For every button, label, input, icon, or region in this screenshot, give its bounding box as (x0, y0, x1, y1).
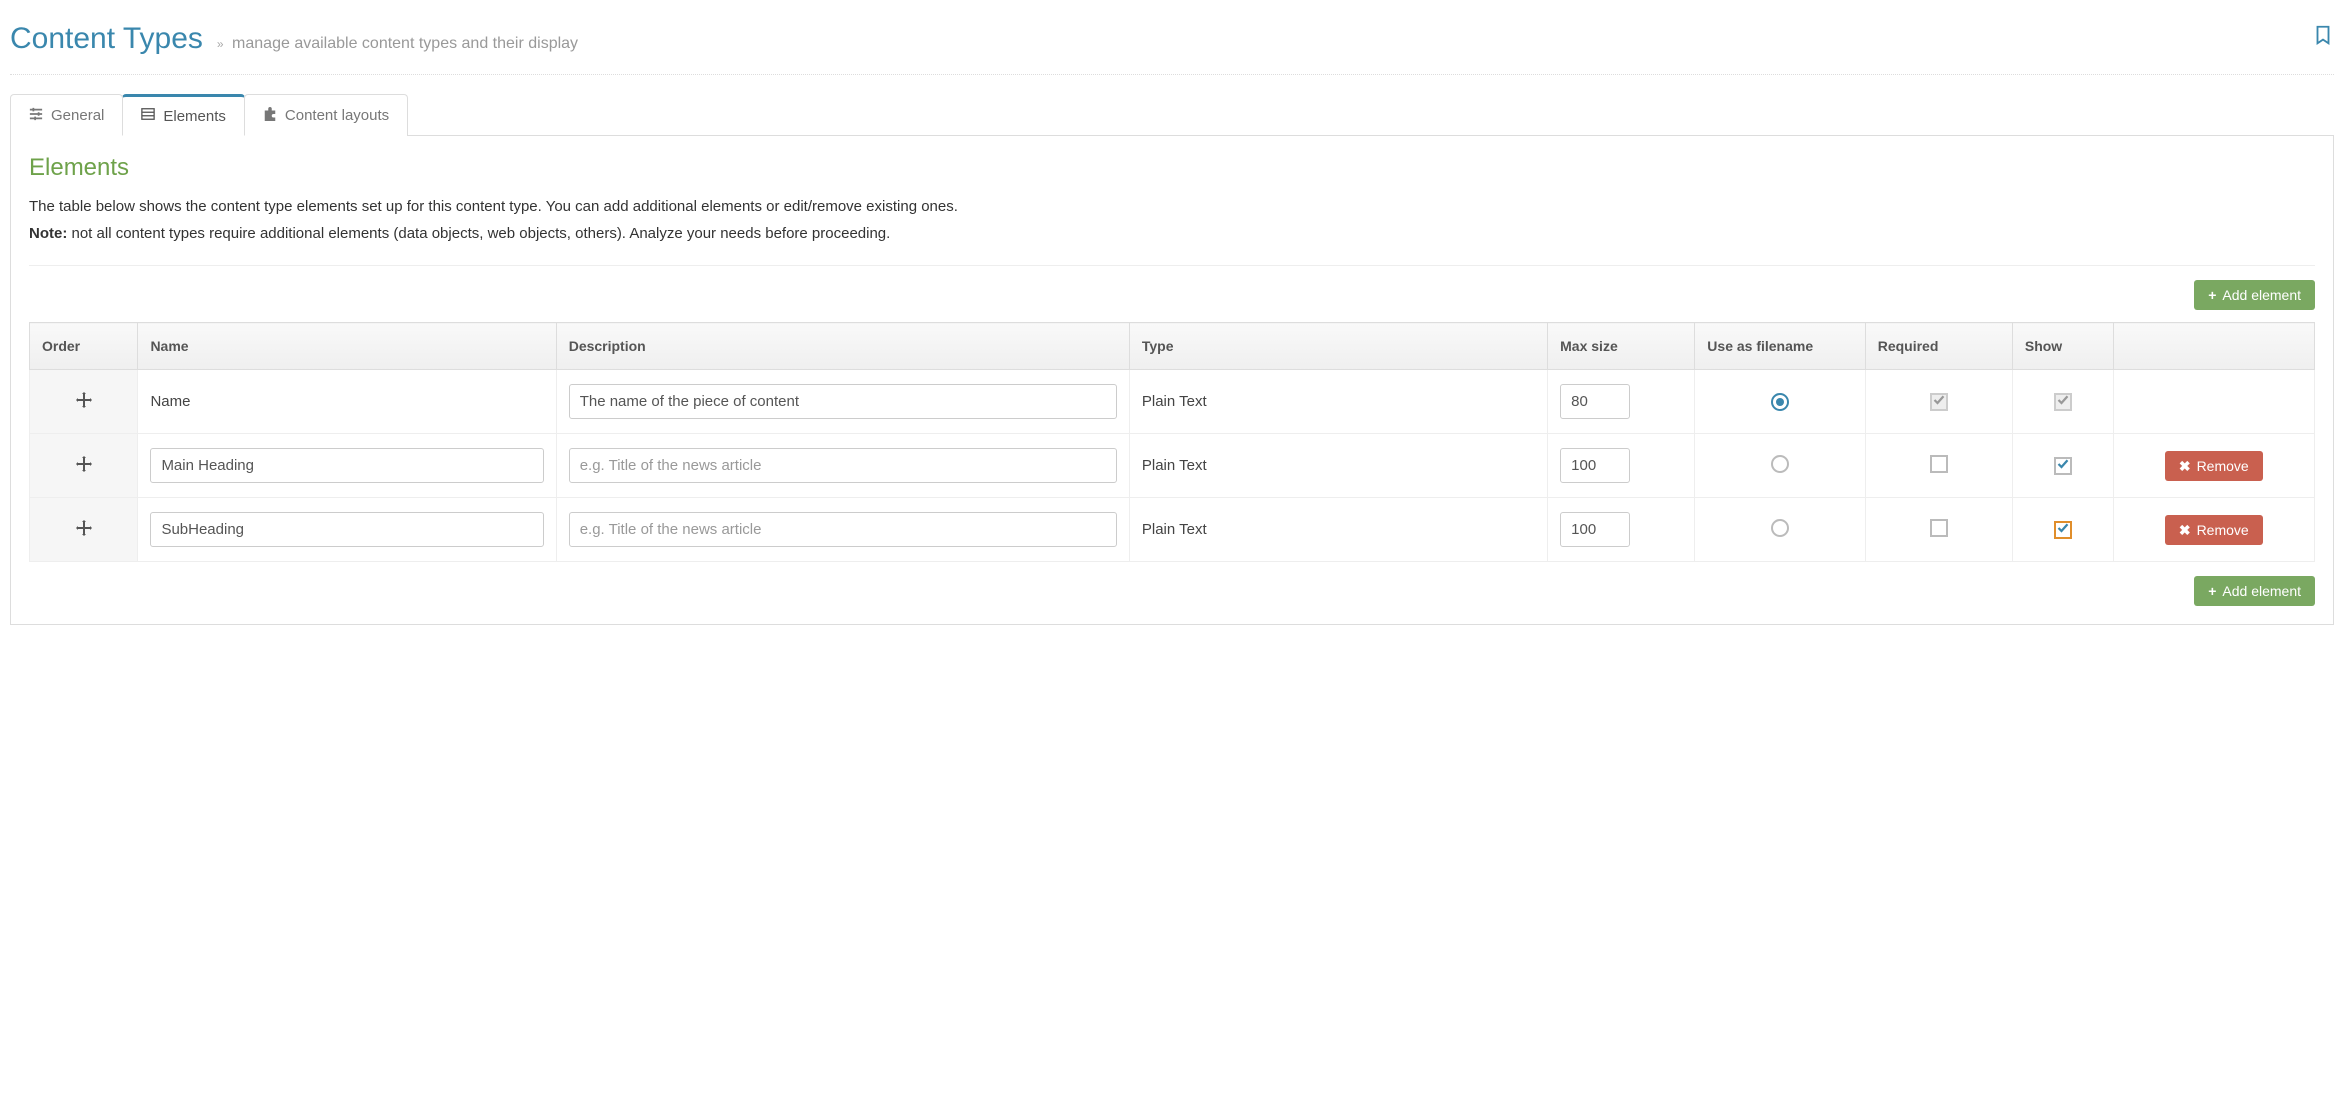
x-icon: ✖ (2179, 459, 2191, 473)
page-header: Content Types » manage available content… (10, 10, 2334, 75)
tab-label: Elements (163, 108, 226, 125)
elements-table: Order Name Description Type Max size Use… (29, 322, 2315, 562)
required-checkbox[interactable] (1930, 519, 1948, 537)
intro-text-1: The table below shows the content type e… (29, 196, 2315, 219)
type-cell: Plain Text (1129, 498, 1547, 562)
col-header-name: Name (138, 323, 556, 370)
col-header-type: Type (1129, 323, 1547, 370)
col-header-max-size: Max size (1548, 323, 1695, 370)
table-row: Name Plain Text (30, 370, 2315, 434)
type-cell: Plain Text (1129, 434, 1547, 498)
type-cell: Plain Text (1129, 370, 1547, 434)
col-header-show: Show (2012, 323, 2113, 370)
list-icon (141, 107, 155, 125)
move-handle-icon[interactable] (76, 523, 92, 540)
puzzle-icon (263, 107, 277, 125)
col-header-actions (2113, 323, 2314, 370)
show-checkbox[interactable] (2054, 521, 2072, 539)
button-label: Add element (2222, 584, 2301, 598)
tab-label: General (51, 107, 104, 124)
action-bar-top: + Add element (29, 280, 2315, 310)
description-input[interactable] (569, 448, 1117, 483)
x-icon: ✖ (2179, 523, 2191, 537)
tab-label: Content layouts (285, 107, 389, 124)
table-row: Plain Text ✖ Remove (30, 434, 2315, 498)
move-handle-icon[interactable] (76, 395, 92, 412)
required-checkbox[interactable] (1930, 455, 1948, 473)
name-input[interactable] (150, 512, 543, 547)
move-handle-icon[interactable] (76, 459, 92, 476)
required-checkbox (1930, 393, 1948, 411)
tab-general[interactable]: General (10, 94, 123, 136)
sliders-icon (29, 107, 43, 125)
show-checkbox[interactable] (2054, 457, 2072, 475)
add-element-button-top[interactable]: + Add element (2194, 280, 2315, 310)
section-title: Elements (29, 154, 2315, 182)
description-input[interactable] (569, 512, 1117, 547)
note-label: Note: (29, 225, 67, 242)
use-as-filename-radio[interactable] (1771, 393, 1789, 411)
use-as-filename-radio[interactable] (1771, 455, 1789, 473)
action-bar-bottom: + Add element (29, 576, 2315, 606)
page-title: Content Types (10, 22, 203, 56)
max-size-input[interactable] (1560, 512, 1630, 547)
show-checkbox (2054, 393, 2072, 411)
tab-panel-elements: Elements The table below shows the conte… (10, 136, 2334, 625)
max-size-input[interactable] (1560, 448, 1630, 483)
use-as-filename-radio[interactable] (1771, 519, 1789, 537)
add-element-button-bottom[interactable]: + Add element (2194, 576, 2315, 606)
button-label: Add element (2222, 288, 2301, 302)
divider (29, 265, 2315, 266)
remove-button[interactable]: ✖ Remove (2165, 451, 2263, 481)
name-static: Name (138, 370, 556, 434)
page-subtitle: » manage available content types and the… (217, 35, 578, 53)
tab-elements[interactable]: Elements (122, 94, 245, 136)
button-label: Remove (2197, 459, 2249, 473)
col-header-required: Required (1865, 323, 2012, 370)
bookmark-icon[interactable] (2312, 22, 2334, 51)
intro-text-2: Note: not all content types require addi… (29, 223, 2315, 246)
plus-icon: + (2208, 288, 2216, 302)
button-label: Remove (2197, 523, 2249, 537)
description-input[interactable] (569, 384, 1117, 419)
col-header-order: Order (30, 323, 138, 370)
name-input[interactable] (150, 448, 543, 483)
plus-icon: + (2208, 584, 2216, 598)
chevron-right-double-icon: » (217, 37, 224, 51)
max-size-input[interactable] (1560, 384, 1630, 419)
remove-button[interactable]: ✖ Remove (2165, 515, 2263, 545)
col-header-use-as-filename: Use as filename (1695, 323, 1865, 370)
table-row: Plain Text ✖ Remove (30, 498, 2315, 562)
col-header-description: Description (556, 323, 1129, 370)
tab-content-layouts[interactable]: Content layouts (244, 94, 408, 136)
tabs: General Elements Content layouts (10, 93, 2334, 136)
